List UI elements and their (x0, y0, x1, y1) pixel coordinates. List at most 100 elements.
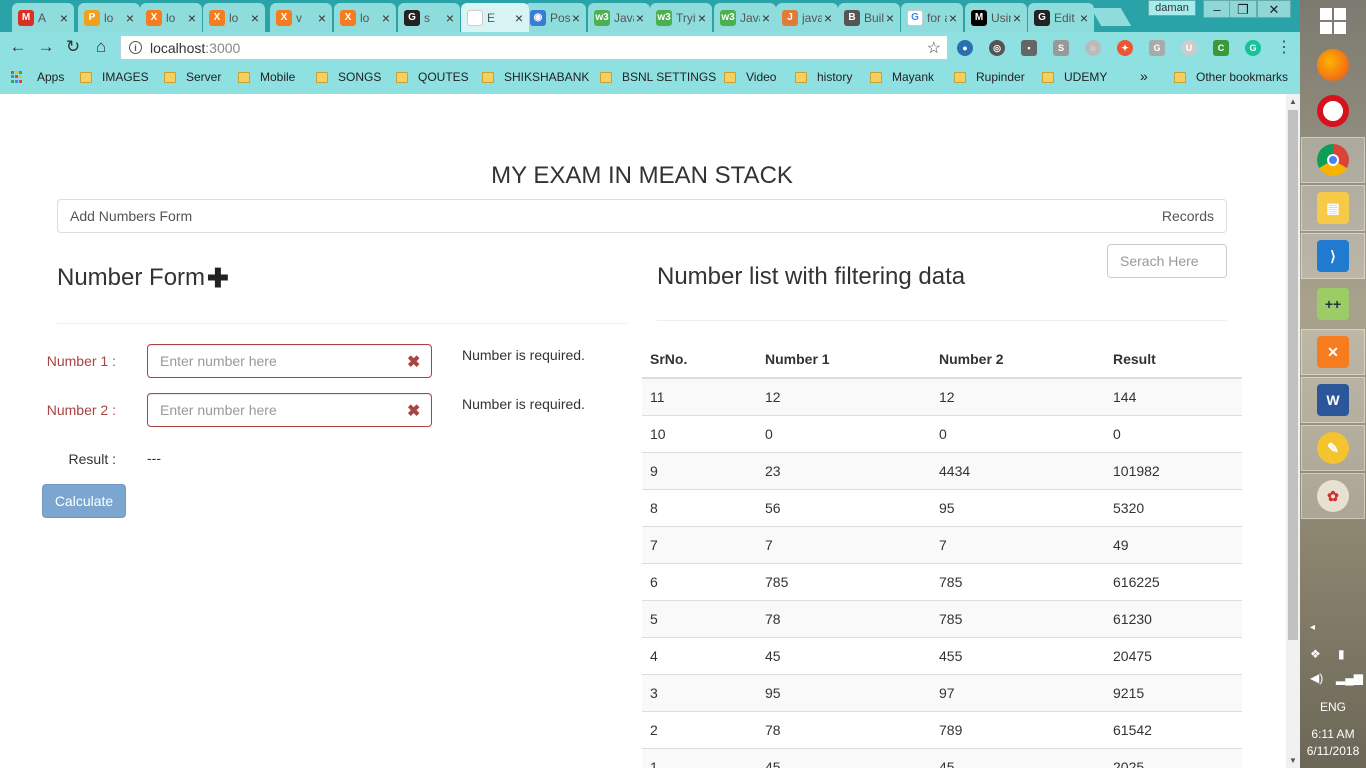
bookmark-apps[interactable]: Apps (11, 70, 64, 84)
bookmark-mayank[interactable]: Mayank (870, 70, 934, 84)
minimize-button[interactable]: – (1203, 0, 1231, 18)
nav-brand[interactable]: Add Numbers Form (70, 208, 192, 224)
forward-icon[interactable]: → (36, 37, 56, 57)
language-indicator[interactable]: ENG (1300, 700, 1366, 714)
back-icon[interactable]: ← (8, 37, 28, 57)
extension-gray-icon[interactable]: ○ (1085, 40, 1101, 56)
bookmark-songs[interactable]: SONGS (316, 70, 381, 84)
xampp-taskbar-icon[interactable]: ✕ (1301, 329, 1365, 375)
notepadpp-icon[interactable]: ++ (1301, 281, 1365, 327)
extension-shield-icon[interactable]: U (1181, 40, 1197, 56)
number2-input[interactable] (147, 393, 432, 427)
scroll-up-icon[interactable]: ▲ (1289, 97, 1297, 106)
file-explorer-icon[interactable]: ▤ (1301, 185, 1365, 231)
browser-tab[interactable]: ◉ Post× (524, 3, 586, 32)
dropbox-icon[interactable]: ❖ (1310, 647, 1321, 661)
info-icon[interactable]: i (129, 41, 142, 54)
extension-sync-icon[interactable]: ◎ (989, 40, 1005, 56)
extension-globe-icon[interactable]: ● (957, 40, 973, 56)
browser-tab[interactable]: M A × (12, 3, 74, 32)
browser-tab[interactable]: G Edit × (1028, 3, 1094, 32)
tab-close-icon[interactable]: × (636, 10, 644, 26)
home-icon[interactable]: ⌂ (91, 37, 111, 57)
bookmark-mobile[interactable]: Mobile (238, 70, 295, 84)
browser-tab[interactable]: Xlo × (203, 3, 265, 32)
browser-tab[interactable]: M Usin× (965, 3, 1027, 32)
tab-close-icon[interactable]: × (824, 10, 832, 26)
browser-tab[interactable]: w3 Java× (714, 3, 776, 32)
scroll-down-icon[interactable]: ▼ (1289, 756, 1297, 765)
tab-close-icon[interactable]: × (382, 10, 390, 26)
extension-grammarly-icon[interactable]: G (1245, 40, 1261, 56)
tab-close-icon[interactable]: × (515, 10, 523, 26)
maximize-button[interactable]: ❐ (1229, 0, 1257, 18)
browser-tab[interactable]: Xlo × (334, 3, 396, 32)
browser-tab[interactable]: Gfor a× (901, 3, 963, 32)
tab-close-icon[interactable]: × (886, 10, 894, 26)
sticky-app-icon[interactable]: ✎ (1301, 425, 1365, 471)
browser-tab[interactable]: Gs × (398, 3, 460, 32)
chrome-icon[interactable] (1301, 137, 1365, 183)
tab-close-icon[interactable]: × (126, 10, 134, 26)
browser-tab[interactable]: Xv × (270, 3, 332, 32)
bookmark-udemy[interactable]: UDEMY (1042, 70, 1107, 84)
tab-close-icon[interactable]: × (1013, 10, 1021, 26)
tab-close-icon[interactable]: × (762, 10, 770, 26)
tab-close-icon[interactable]: × (318, 10, 326, 26)
bookmark-shikshabank[interactable]: SHIKSHABANK (482, 70, 589, 84)
tab-close-icon[interactable]: × (60, 10, 68, 26)
browser-tab[interactable]: Xlo × (140, 3, 202, 32)
bookmark-images[interactable]: IMAGES (80, 70, 149, 84)
bookmark-history[interactable]: history (795, 70, 852, 84)
close-window-button[interactable]: ✕ (1257, 0, 1291, 18)
address-bar[interactable]: i localhost:3000 ☆ (120, 35, 948, 60)
tab-close-icon[interactable]: × (1080, 10, 1088, 26)
search-input[interactable] (1107, 244, 1227, 278)
extension-cors-icon[interactable]: C (1213, 40, 1229, 56)
browser-tab[interactable]: B Build× (838, 3, 900, 32)
opera-icon[interactable] (1301, 88, 1365, 134)
clock-time[interactable]: 6:11 AM (1300, 727, 1366, 741)
browser-tab[interactable]: Jjava × (776, 3, 838, 32)
windows-start-icon[interactable] (1320, 8, 1346, 34)
extension-color-icon[interactable]: ✦ (1117, 40, 1133, 56)
bookmark-rupinder[interactable]: Rupinder (954, 70, 1025, 84)
tab-close-icon[interactable]: × (698, 10, 706, 26)
bookmark-bsnl-settings[interactable]: BSNL SETTINGS (600, 70, 716, 84)
calculate-button[interactable]: Calculate (42, 484, 126, 518)
paint-icon[interactable]: ✿ (1301, 473, 1365, 519)
scrollbar-thumb[interactable] (1288, 110, 1298, 640)
network-icon[interactable]: ▂▄▆ (1336, 671, 1363, 685)
other-bookmarks[interactable]: Other bookmarks (1174, 70, 1288, 84)
reload-icon[interactable]: ↻ (63, 37, 83, 57)
bookmark-qoutes[interactable]: QOUTES (396, 70, 469, 84)
tray-expand-icon[interactable]: ◂ (1310, 622, 1315, 633)
tab-close-icon[interactable]: × (572, 10, 580, 26)
tab-close-icon[interactable]: × (251, 10, 259, 26)
bookmarks-overflow-button[interactable]: » (1140, 68, 1148, 84)
browser-tab[interactable]: w3 Java× (588, 3, 650, 32)
page-scrollbar[interactable]: ▲ ▼ (1286, 94, 1300, 768)
tab-close-icon[interactable]: × (949, 10, 957, 26)
number1-input[interactable] (147, 344, 432, 378)
extension-g-icon[interactable]: G (1149, 40, 1165, 56)
tab-close-icon[interactable]: × (446, 10, 454, 26)
browser-tab[interactable]: w3 Tryit× (650, 3, 712, 32)
word-icon[interactable]: W (1301, 377, 1365, 423)
bookmark-video[interactable]: Video (724, 70, 776, 84)
firefox-icon[interactable] (1301, 42, 1365, 88)
clock-date[interactable]: 6/11/2018 (1300, 744, 1366, 758)
battery-icon[interactable]: ▮ (1338, 647, 1345, 661)
tab-close-icon[interactable]: × (188, 10, 196, 26)
browser-tab[interactable]: Plo × (78, 3, 140, 32)
extension-skype-icon[interactable]: S (1053, 40, 1069, 56)
nav-records-link[interactable]: Records (1162, 208, 1214, 224)
browser-tab[interactable]: E × (461, 3, 529, 32)
volume-icon[interactable]: ◀) (1310, 671, 1323, 685)
bookmark-star-icon[interactable]: ☆ (927, 38, 941, 58)
browser-menu-icon[interactable]: ⋮ (1276, 37, 1292, 57)
extension-note-icon[interactable]: ▪ (1021, 40, 1037, 56)
bookmark-server[interactable]: Server (164, 70, 221, 84)
profile-button[interactable]: daman (1148, 0, 1196, 16)
vscode-icon[interactable]: ⟩ (1301, 233, 1365, 279)
